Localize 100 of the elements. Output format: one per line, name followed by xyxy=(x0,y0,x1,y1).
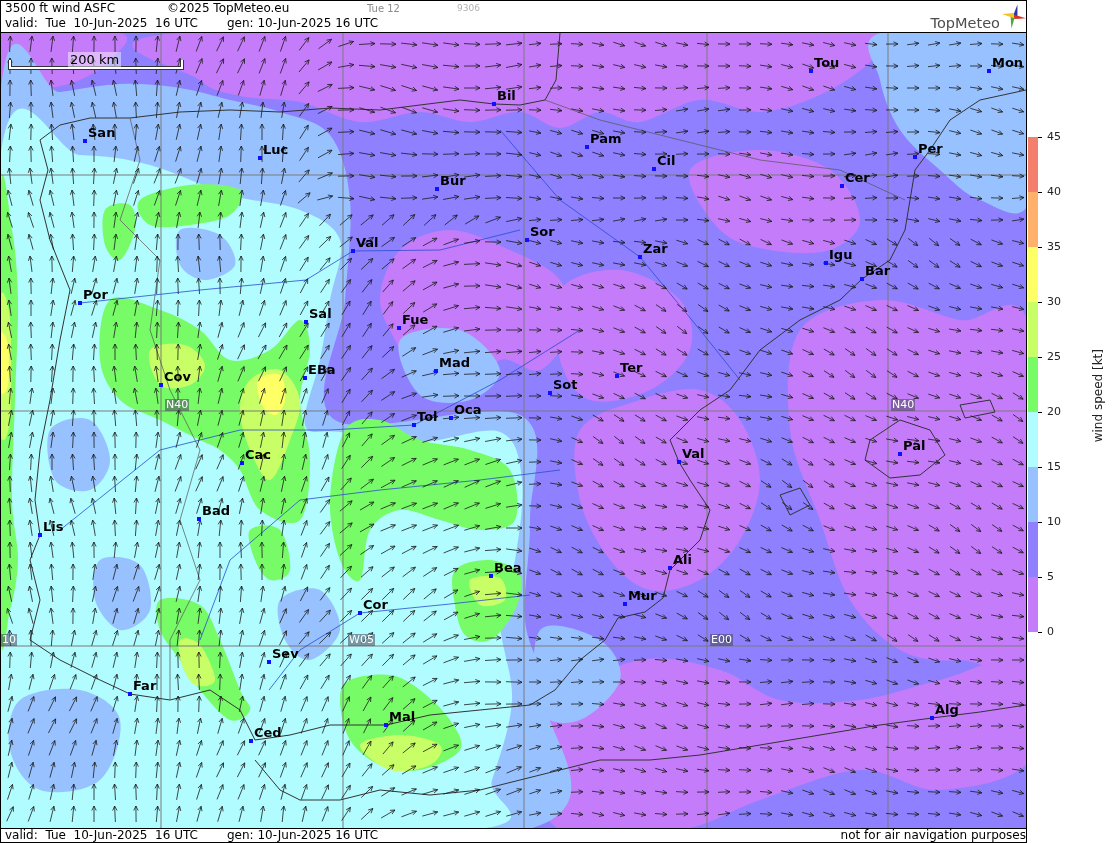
city-label: Alg xyxy=(935,703,959,717)
city-label: Mal xyxy=(389,710,416,724)
city-label: Per xyxy=(918,142,943,156)
map-title: 3500 ft wind ASFC xyxy=(5,1,117,16)
legend-tick-label: 15 xyxy=(1047,461,1061,473)
city-label: Mur xyxy=(628,589,657,603)
city-label: Ter xyxy=(620,361,643,375)
city-marker-icon xyxy=(615,374,619,378)
copyright-text: ©2025 TopMeteo.eu xyxy=(167,1,291,16)
city-label: Tou xyxy=(814,56,840,70)
legend-tick-label: 30 xyxy=(1047,296,1061,308)
city-label: Sal xyxy=(309,307,332,321)
legend-tick-label: 40 xyxy=(1047,186,1061,198)
city-marker-icon xyxy=(492,102,496,106)
city-marker-icon xyxy=(384,723,388,727)
city-label: Ced xyxy=(254,726,282,740)
city-label: Far xyxy=(133,679,157,693)
city-marker-icon xyxy=(860,277,864,281)
city-label: Cil xyxy=(657,154,676,168)
city-label: Mad xyxy=(439,356,470,370)
city-marker-icon xyxy=(525,238,529,242)
grid-label: W05 xyxy=(348,634,375,646)
city-marker-icon xyxy=(159,383,163,387)
city-label: Pam xyxy=(590,132,622,146)
city-marker-icon xyxy=(668,566,672,570)
city-marker-icon xyxy=(434,369,438,373)
legend-tick-label: 5 xyxy=(1047,571,1054,583)
city-label: Pal xyxy=(903,439,926,453)
legend-tick-label: 20 xyxy=(1047,406,1061,418)
city-marker-icon xyxy=(930,716,934,720)
city-label: Lis xyxy=(43,520,64,534)
city-marker-icon xyxy=(809,69,813,73)
city-label: Bil xyxy=(497,89,516,103)
grid-label: 10 xyxy=(1,634,17,646)
city-label: Bad xyxy=(202,504,230,518)
generated-time: gen: 10-Jun-2025 16 UTC xyxy=(227,829,379,842)
city-label: Cer xyxy=(845,171,870,185)
city-marker-icon xyxy=(303,376,307,380)
city-marker-icon xyxy=(267,660,271,664)
city-marker-icon xyxy=(824,261,828,265)
legend-title: wind speed [kt] xyxy=(1091,349,1105,443)
legend-tick-label: 45 xyxy=(1047,131,1061,143)
city-label: Sor xyxy=(530,225,555,239)
city-label: Val xyxy=(356,236,379,250)
valid-time: valid: Tue 10-Jun-2025 16 UTC xyxy=(5,16,199,31)
city-label: Cac xyxy=(245,448,272,462)
legend-tick-label: 35 xyxy=(1047,241,1061,253)
logo-text: TopMeteo xyxy=(930,15,1000,31)
valid-time: valid: Tue 10-Jun-2025 16 UTC xyxy=(5,829,199,842)
city-marker-icon xyxy=(652,167,656,171)
city-marker-icon xyxy=(197,517,201,521)
city-marker-icon xyxy=(258,156,262,160)
grid-label: E00 xyxy=(710,634,733,646)
city-label: EBa xyxy=(308,363,336,377)
city-marker-icon xyxy=(548,391,552,395)
city-label: San xyxy=(88,126,116,140)
city-label: Fue xyxy=(402,313,429,327)
day-code: Tue 12 xyxy=(367,2,401,16)
city-label: Igu xyxy=(829,248,853,262)
city-marker-icon xyxy=(898,452,902,456)
city-label: Sev xyxy=(272,647,299,661)
city-marker-icon xyxy=(83,139,87,143)
legend-tick-label: 25 xyxy=(1047,351,1061,363)
city-label: Bar xyxy=(865,264,891,278)
legend-tick-label: 0 xyxy=(1047,626,1054,638)
city-label: Cov xyxy=(164,370,191,384)
city-label: Oca xyxy=(454,403,482,417)
city-marker-icon xyxy=(913,155,917,159)
city-marker-icon xyxy=(638,255,642,259)
city-marker-icon xyxy=(489,574,493,578)
city-label: Val xyxy=(682,447,705,461)
city-marker-icon xyxy=(412,423,416,427)
city-marker-icon xyxy=(351,249,355,253)
city-label: Bur xyxy=(440,174,466,188)
city-marker-icon xyxy=(677,460,681,464)
city-marker-icon xyxy=(585,145,589,149)
city-label: Tol xyxy=(417,410,438,424)
generated-time: gen: 10-Jun-2025 16 UTC xyxy=(227,16,379,31)
city-marker-icon xyxy=(840,184,844,188)
city-marker-icon xyxy=(304,320,308,324)
grid-label: N40 xyxy=(165,399,190,411)
city-marker-icon xyxy=(249,739,253,743)
legend-tick-label: 10 xyxy=(1047,516,1061,528)
city-marker-icon xyxy=(38,533,42,537)
city-marker-icon xyxy=(78,301,82,305)
city-label: Por xyxy=(83,288,108,302)
city-marker-icon xyxy=(397,326,401,330)
city-marker-icon xyxy=(435,187,439,191)
run-code: 9306 xyxy=(457,2,480,15)
scale-label: 200 km xyxy=(68,52,122,68)
grid-label: N40 xyxy=(891,399,916,411)
city-label: Mon xyxy=(992,56,1024,70)
city-marker-icon xyxy=(449,416,453,420)
city-marker-icon xyxy=(623,602,627,606)
city-label: Cor xyxy=(363,598,388,612)
disclaimer-text: not for air navigation purposes xyxy=(840,829,1026,842)
city-marker-icon xyxy=(987,69,991,73)
city-label: Luc xyxy=(263,143,289,157)
city-marker-icon xyxy=(240,461,244,465)
city-label: Zar xyxy=(643,242,668,256)
